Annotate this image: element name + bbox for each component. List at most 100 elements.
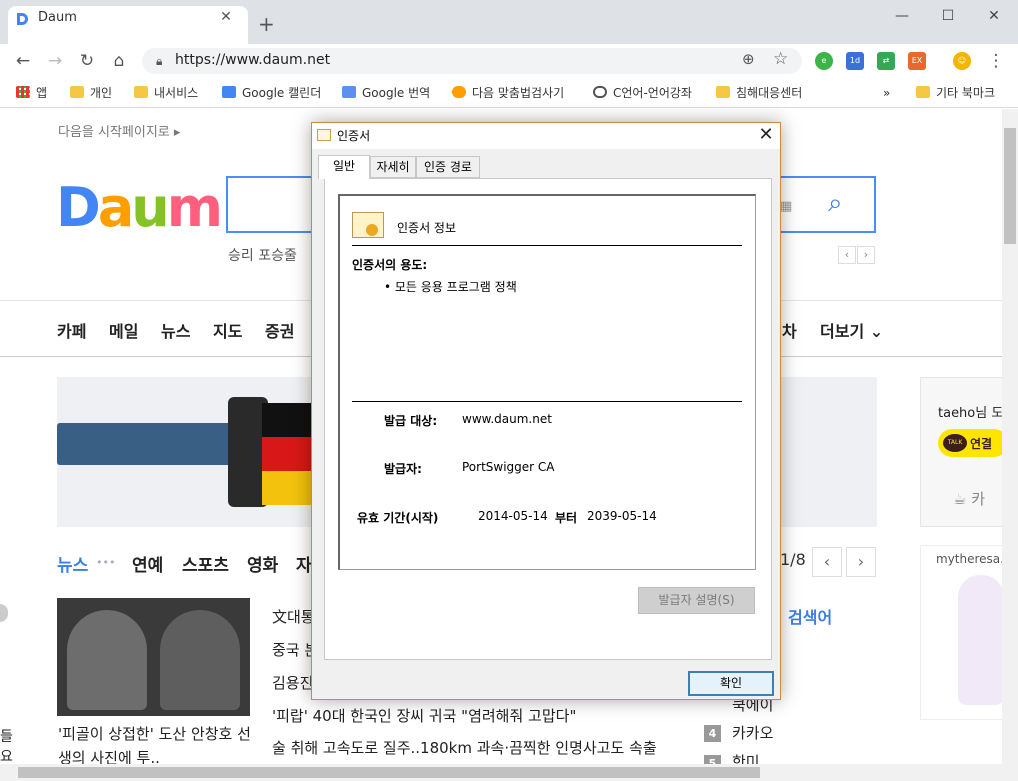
- calendar-icon: [222, 86, 236, 98]
- dialog-title: 인증서: [337, 129, 371, 143]
- ok-button[interactable]: 확인: [688, 671, 774, 696]
- bookmark-personal[interactable]: 개인: [70, 84, 112, 102]
- bookmark-star-icon[interactable]: ☆: [773, 49, 788, 69]
- keyword-rank: 4: [704, 725, 721, 742]
- talk-icon: TALK: [943, 434, 967, 452]
- ex-extension-icon[interactable]: EX: [908, 52, 926, 70]
- bookmark-security-center[interactable]: 침해대응센터: [716, 84, 802, 102]
- keyword-item[interactable]: 카카오: [732, 722, 773, 743]
- maximize-button[interactable]: ☐: [934, 6, 962, 26]
- lock-icon[interactable]: 🔒︎: [156, 54, 162, 69]
- cafe-cup-icon[interactable]: ☕︎ 카: [953, 488, 985, 509]
- news-page-count: 1/8: [780, 550, 806, 569]
- set-start-page-link[interactable]: 다음을 시작페이지로 ▸: [58, 121, 180, 140]
- headline-1[interactable]: 文대통: [272, 606, 315, 627]
- vertical-scroll-thumb[interactable]: [1004, 128, 1016, 244]
- news-next-icon[interactable]: ›: [846, 547, 876, 577]
- search-icon[interactable]: ⌕: [828, 188, 843, 219]
- valid-from: 2014-05-14: [478, 509, 548, 523]
- headline-5[interactable]: 술 취해 고속도로 질주..180km 과속·끔찍한 인명사고도 속출: [272, 737, 657, 758]
- evernote-extension-icon[interactable]: e: [815, 52, 833, 70]
- dress-image: [958, 575, 1004, 705]
- headline-3[interactable]: 김용진: [272, 672, 313, 693]
- certificate-small-icon: [317, 129, 331, 141]
- left-edge-text: 요: [0, 749, 13, 765]
- minimize-button[interactable]: —: [888, 6, 916, 26]
- tab-details[interactable]: 자세히: [370, 156, 416, 178]
- url-text[interactable]: https://www.daum.net: [175, 52, 330, 68]
- reload-icon[interactable]: ↻: [76, 50, 98, 72]
- dialog-titlebar[interactable]: [312, 123, 780, 149]
- photo-caption[interactable]: '피골이 상접한' 도산 안창호 선생의 사진에 투..: [58, 722, 258, 770]
- new-tab-button[interactable]: +: [258, 14, 275, 34]
- news-tab-sports[interactable]: 스포츠: [182, 551, 229, 576]
- back-icon[interactable]: ←: [12, 50, 34, 72]
- translate-icon: [342, 86, 356, 98]
- portrait-figure: [160, 610, 240, 710]
- bookmark-google-calendar[interactable]: Google 캘린더: [222, 84, 321, 102]
- gnb-stock[interactable]: 증권: [265, 318, 294, 342]
- zoom-icon[interactable]: ⊕: [742, 50, 755, 68]
- daum-icon: [452, 86, 466, 98]
- dialog-close-icon[interactable]: ✕: [756, 124, 776, 145]
- bookmark-my-services[interactable]: 내서비스: [134, 84, 198, 102]
- portrait-figure: [67, 610, 147, 710]
- login-name[interactable]: taeho님 도: [938, 402, 1003, 421]
- close-window-button[interactable]: ✕: [980, 6, 1008, 26]
- daum-favicon: [14, 11, 30, 27]
- folder-icon: [916, 86, 930, 98]
- valid-separator: 부터: [555, 511, 578, 525]
- news-prev-icon[interactable]: ‹: [812, 547, 842, 577]
- issuer-value: PortSwigger CA: [462, 460, 555, 474]
- apps-grid-icon: [16, 86, 30, 98]
- next-keyword-icon[interactable]: ›: [857, 246, 875, 264]
- tab-cert-path[interactable]: 인증 경로: [416, 156, 480, 178]
- daum-logo[interactable]: Daum: [56, 180, 223, 236]
- profile-avatar-icon[interactable]: ☺: [953, 52, 971, 70]
- menu-kebab-icon[interactable]: ⋮: [985, 50, 1007, 72]
- tab-general[interactable]: 일반: [318, 155, 370, 179]
- gnb-news[interactable]: 뉴스: [161, 318, 190, 342]
- news-tab-entertainment[interactable]: 연예: [132, 551, 163, 576]
- bookmark-spellcheck[interactable]: 다음 맞춤법검사기: [452, 84, 564, 102]
- certificate-seal-icon: [366, 224, 378, 236]
- bookmark-other[interactable]: 기타 북마크: [916, 84, 995, 102]
- divider: [352, 245, 742, 246]
- headline-4[interactable]: '피랍' 40대 한국인 장씨 귀국 "염려해줘 고맙다": [272, 705, 576, 726]
- forward-icon[interactable]: →: [44, 50, 66, 72]
- folder-icon: [716, 86, 730, 98]
- news-tab-news[interactable]: 뉴스: [57, 551, 88, 576]
- issuer-label: 발급자:: [384, 462, 422, 476]
- issued-to-value: www.daum.net: [462, 412, 552, 426]
- keyword-title: 검색어: [788, 608, 833, 627]
- news-dots: •••: [96, 556, 116, 569]
- horizontal-scroll-thumb[interactable]: [18, 767, 760, 778]
- sync-extension-icon[interactable]: ⇄: [877, 52, 895, 70]
- divider: [352, 401, 742, 402]
- gnb-more[interactable]: 더보기 ⌄: [820, 318, 883, 342]
- purpose-item: • 모든 응용 프로그램 정책: [384, 280, 517, 294]
- issued-to-label: 발급 대상:: [384, 414, 438, 428]
- bookmark-apps[interactable]: 앱: [16, 84, 47, 102]
- home-icon[interactable]: ⌂: [108, 50, 130, 72]
- bookmark-google-translate[interactable]: Google 번역: [342, 84, 430, 102]
- gnb-mail[interactable]: 메일: [109, 318, 138, 342]
- keyboard-icon[interactable]: ▦: [780, 199, 792, 214]
- news-tab-partial[interactable]: 자: [296, 551, 312, 576]
- gnb-cafe[interactable]: 카페: [57, 318, 86, 342]
- bookmark-c-language[interactable]: C언어-언어강좌: [593, 84, 692, 102]
- validity-label: 유효 기간(시작): [357, 511, 439, 525]
- calendar-extension-icon[interactable]: 1d: [846, 52, 864, 70]
- razor-handle-image: [57, 423, 257, 465]
- gnb-partial[interactable]: 차: [782, 318, 797, 342]
- left-edge-text: 들: [0, 729, 13, 745]
- bookmarks-overflow-button[interactable]: »: [865, 84, 890, 102]
- prev-keyword-icon[interactable]: ‹: [838, 246, 856, 264]
- valid-to: 2039-05-14: [587, 509, 657, 523]
- issuer-statement-button[interactable]: 발급자 설명(S): [638, 587, 755, 614]
- tab-close-icon[interactable]: ✕: [216, 9, 236, 25]
- gnb-map[interactable]: 지도: [213, 318, 242, 342]
- news-tab-movie[interactable]: 영화: [247, 551, 278, 576]
- realtime-keyword[interactable]: 승리 포승줄: [228, 245, 297, 265]
- folder-icon: [134, 86, 148, 98]
